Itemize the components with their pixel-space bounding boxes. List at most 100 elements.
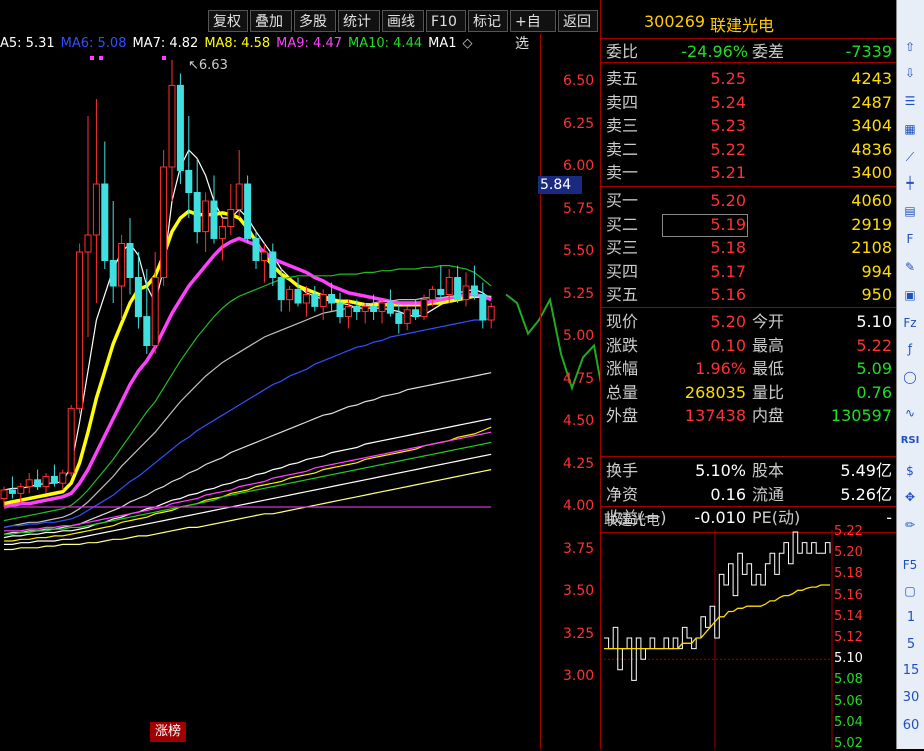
ma-legend-item-5: MA10: 4.44 [348, 36, 423, 51]
stat-row: 现价 5.20 今开 5.10 [600, 310, 896, 333]
cross-icon[interactable]: ✥ [900, 488, 920, 506]
ma-legend-item-3: MA8: 4.58 [204, 36, 271, 51]
intraday-tick-label: 5.22 [834, 524, 863, 539]
note-icon[interactable]: ✎ [900, 258, 920, 276]
period-button-5[interactable]: 5 [897, 637, 924, 652]
window-icon[interactable]: ▢ [900, 582, 920, 600]
candle [185, 116, 193, 218]
y-axis-line [540, 34, 541, 749]
fin-value: 0.16 [710, 484, 746, 504]
fin-label: 换手 [606, 461, 639, 480]
candle [286, 286, 294, 312]
down-arrow-icon[interactable]: ⇩ [900, 64, 920, 82]
candle [311, 286, 319, 312]
stat-label: 最高 [752, 335, 785, 355]
period-button-15[interactable]: 15 [897, 663, 924, 678]
line-chart-icon[interactable]: ⟋ [900, 148, 920, 166]
candle-icon[interactable]: ┿ [900, 174, 920, 192]
candle [395, 303, 403, 334]
dollar-icon[interactable]: $ [900, 462, 920, 480]
intraday-title: 联建光电 [604, 513, 660, 529]
candle [25, 473, 33, 494]
toolbar-button-6[interactable]: 标记 [468, 10, 508, 32]
candlestick-chart[interactable] [0, 34, 600, 749]
candle [454, 265, 462, 303]
diamond-icon[interactable]: ◇ [463, 36, 473, 51]
bid-row[interactable]: 买三 5.18 2108 [600, 236, 896, 259]
stat-label: 涨幅 [606, 359, 639, 379]
ask-row[interactable]: 卖二 5.22 4836 [600, 138, 896, 161]
fx-icon[interactable]: ƒ [900, 340, 920, 358]
candle [160, 150, 168, 286]
toolbar-button-4[interactable]: 画线 [382, 10, 424, 32]
zhangbang-badge[interactable]: 涨榜 [150, 722, 186, 742]
circle-icon[interactable]: ◯ [900, 368, 920, 386]
period-button-60[interactable]: 60 [897, 718, 924, 733]
grid-icon[interactable]: ▦ [900, 120, 920, 138]
ask-row[interactable]: 卖三 5.23 3404 [600, 114, 896, 137]
period-button-30[interactable]: 30 [897, 690, 924, 705]
stat-label: 量比 [752, 382, 785, 402]
stat-value: 1.96% [695, 359, 746, 379]
f5-icon[interactable]: F5 [900, 556, 920, 574]
bid-row[interactable]: 买五 5.16 950 [600, 283, 896, 306]
panel-icon[interactable]: ▣ [900, 286, 920, 304]
rsi-icon[interactable]: RSI [900, 432, 920, 450]
ask-row[interactable]: 卖四 5.24 2487 [600, 91, 896, 114]
y-tick-label: 5.50 [563, 243, 595, 259]
bid-row[interactable]: 买二 5.19 2919 [600, 213, 896, 236]
stat-value: 5.20 [710, 312, 746, 331]
toolbar-button-3[interactable]: 统计 [338, 10, 380, 32]
stat-value: 5.09 [856, 359, 892, 379]
signal-marker [162, 56, 166, 60]
stat-row: 总量 268035 量比 0.76 [600, 381, 896, 404]
toolbar-button-2[interactable]: 多股 [294, 10, 336, 32]
intraday-tick-label: 5.14 [834, 608, 863, 624]
y-tick-label: 4.00 [563, 498, 595, 514]
toolbar-button-0[interactable]: 复权 [208, 10, 248, 32]
candle [210, 175, 218, 244]
ask-row[interactable]: 卖五 5.25 4243 [600, 67, 896, 90]
stock-header: 300269 联建光电 [600, 10, 896, 36]
toolbar-button-5[interactable]: F10 [426, 10, 466, 32]
toolbar-button-1[interactable]: 叠加 [250, 10, 292, 32]
chart-toolbar: 复权 叠加 多股 统计 画线 F10 标记 +自选 返回 [0, 0, 600, 52]
candle [218, 218, 226, 261]
bid-volume: 2919 [851, 214, 892, 234]
stat-value: 130597 [830, 406, 892, 426]
table-icon[interactable]: ▤ [900, 202, 920, 220]
f10-icon[interactable]: F [900, 230, 920, 248]
fz-icon[interactable]: Fz [900, 314, 920, 332]
ask-row[interactable]: 卖一 5.21 3400 [600, 161, 896, 184]
bid-row[interactable]: 买四 5.17 994 [600, 260, 896, 283]
panel-divider [600, 307, 896, 308]
ma-legend-item-4: MA9: 4.47 [276, 36, 342, 51]
up-arrow-icon[interactable]: ⇧ [900, 38, 920, 56]
fin-value: 5.10% [695, 461, 746, 480]
bid-price: 5.16 [710, 285, 746, 305]
candle [294, 277, 302, 307]
list-icon[interactable]: ☰ [900, 92, 920, 110]
toolbar-button-7[interactable]: +自选 [510, 10, 556, 52]
signal-marker [90, 56, 94, 60]
candle [168, 59, 176, 201]
pen-icon[interactable]: ✏ [900, 516, 920, 534]
weibi-row: 委比 -24.96% 委差 -7339 [600, 40, 896, 63]
period-button-1[interactable]: 1 [897, 610, 924, 625]
y-tick-label: 5.75 [563, 200, 595, 217]
candle [202, 192, 210, 252]
fin-label: 流通 [752, 484, 785, 504]
stat-value: 268035 [684, 382, 746, 402]
stat-value: 5.22 [856, 335, 892, 355]
ma-legend-item-6: MA1 [428, 36, 457, 51]
stat-row: 涨跌 0.10 最高 5.22 [600, 334, 896, 357]
current-price-tag: 5.84 [538, 176, 582, 194]
candle [118, 235, 126, 320]
ask-label: 卖四 [606, 92, 639, 112]
toolbar-button-8[interactable]: 返回 [558, 10, 598, 32]
candle [76, 243, 84, 414]
bid-row[interactable]: 买一 5.20 4060 [600, 189, 896, 212]
candle [67, 405, 75, 477]
candle [336, 292, 344, 324]
wave-icon[interactable]: ∿ [900, 404, 920, 422]
